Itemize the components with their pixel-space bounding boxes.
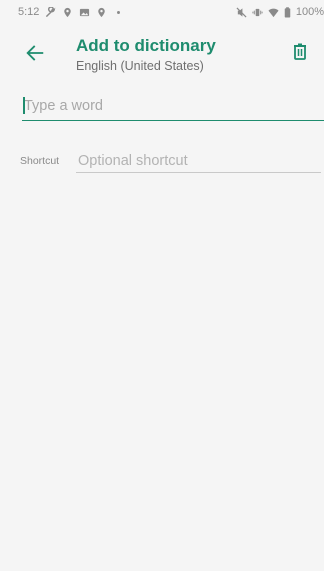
- status-left: 5:12: [18, 6, 124, 18]
- screen: 5:12 100% Add to dictionary English (Uni…: [0, 0, 324, 571]
- status-right: 100%: [236, 6, 324, 18]
- battery-icon: [284, 6, 291, 18]
- word-input[interactable]: [22, 94, 322, 118]
- shortcut-field: [76, 150, 321, 173]
- page-subtitle: English (United States): [76, 59, 204, 73]
- shortcut-label: Shortcut: [20, 155, 60, 167]
- word-field: [22, 94, 324, 121]
- wifi-icon: [268, 7, 279, 18]
- delete-button[interactable]: [290, 42, 310, 62]
- trash-icon: [290, 42, 310, 62]
- back-button[interactable]: [24, 42, 46, 64]
- status-time: 5:12: [18, 6, 40, 18]
- battery-percentage: 100%: [295, 6, 324, 18]
- wrench-icon: [45, 6, 56, 18]
- shortcut-input[interactable]: [76, 150, 321, 171]
- mute-icon: [236, 6, 247, 18]
- page-title: Add to dictionary: [76, 36, 216, 55]
- text-cursor: [23, 97, 25, 114]
- dot-icon: [113, 7, 124, 18]
- location-pin-icon: [96, 7, 107, 18]
- image-icon: [79, 7, 90, 18]
- arrow-back-icon: [24, 42, 46, 64]
- app-bar: Add to dictionary English (United States…: [0, 28, 324, 78]
- location-pin-icon: [62, 7, 73, 18]
- vibrate-icon: [252, 7, 263, 18]
- status-bar: 5:12 100%: [0, 0, 324, 24]
